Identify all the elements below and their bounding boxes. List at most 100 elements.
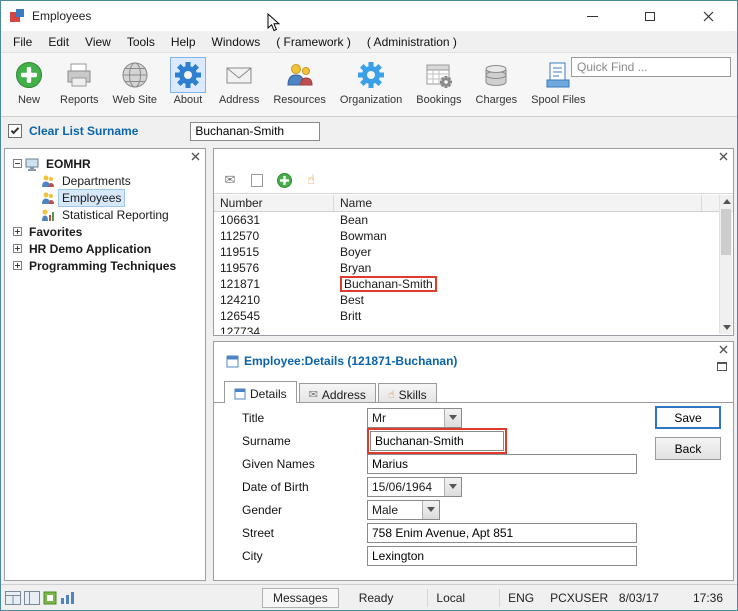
- column-header-number[interactable]: Number: [214, 195, 334, 211]
- about-gear-icon: [171, 58, 205, 92]
- tab-skills[interactable]: ☝ Skills: [378, 383, 437, 403]
- sidebar-item-favorites[interactable]: Favorites: [5, 223, 205, 240]
- new-plus-icon: [12, 58, 46, 92]
- sidebar-item-statistical-reporting[interactable]: Statistical Reporting: [5, 206, 205, 223]
- window-tiles-icon[interactable]: [5, 591, 21, 605]
- mail-icon[interactable]: ✉: [222, 172, 238, 188]
- gender-select[interactable]: Male: [367, 500, 440, 520]
- chart-icon[interactable]: [60, 591, 76, 605]
- tab-address[interactable]: ✉ Address: [299, 383, 376, 403]
- people-icon: [283, 58, 317, 92]
- table-row-selected[interactable]: 121871Buchanan-Smith: [214, 276, 719, 292]
- maximize-icon: [645, 12, 655, 21]
- status-connection: Local: [427, 589, 473, 607]
- back-button[interactable]: Back: [655, 437, 721, 460]
- computer-icon: [25, 157, 39, 171]
- column-header-name[interactable]: Name: [334, 195, 702, 211]
- new-button[interactable]: New: [5, 57, 53, 107]
- menu-item-edit[interactable]: Edit: [40, 32, 77, 52]
- menubar: File Edit View Tools Help Windows ( Fram…: [1, 31, 737, 53]
- title-select[interactable]: Mr: [367, 408, 462, 428]
- table-row[interactable]: 127734: [214, 324, 719, 334]
- resources-button[interactable]: Resources: [266, 57, 333, 107]
- add-icon[interactable]: [276, 172, 292, 188]
- save-button[interactable]: Save: [655, 406, 721, 429]
- address-button[interactable]: Address: [212, 57, 266, 107]
- chevron-down-icon[interactable]: [444, 409, 461, 427]
- field-label-gender: Gender: [242, 503, 367, 517]
- close-icon[interactable]: [719, 152, 728, 161]
- menu-item-framework[interactable]: ( Framework ): [268, 32, 359, 52]
- restore-icon[interactable]: [717, 362, 727, 371]
- app-icon: [9, 8, 25, 24]
- menu-item-file[interactable]: File: [5, 32, 40, 52]
- date-of-birth-select[interactable]: 15/06/1964: [367, 477, 462, 497]
- window-controls: [563, 1, 737, 31]
- details-tabs: Details ✉ Address ☝ Skills: [224, 381, 439, 403]
- menu-item-help[interactable]: Help: [163, 32, 204, 52]
- sidebar-item-programming-techniques[interactable]: Programming Techniques: [5, 257, 205, 274]
- envelope-icon: ✉: [309, 388, 318, 401]
- clear-list-checkbox[interactable]: [8, 124, 22, 138]
- main-toolbar: New Reports Web Site About Address: [1, 53, 737, 117]
- sidebar-item-hr-demo-application[interactable]: HR Demo Application: [5, 240, 205, 257]
- charges-button[interactable]: Charges: [469, 57, 525, 107]
- menu-item-tools[interactable]: Tools: [119, 32, 163, 52]
- minimize-button[interactable]: [563, 1, 621, 31]
- table-row[interactable]: 126545Britt: [214, 308, 719, 324]
- sidebar-item-employees[interactable]: Employees: [5, 189, 205, 206]
- reports-printer-icon: [62, 58, 96, 92]
- field-label-given-names: Given Names: [242, 457, 367, 471]
- close-icon[interactable]: [719, 345, 728, 354]
- street-input[interactable]: [367, 523, 637, 543]
- new-window-icon[interactable]: [249, 172, 265, 188]
- quick-find-input[interactable]: [571, 57, 731, 77]
- status-ready: Ready: [351, 589, 402, 607]
- table-row[interactable]: 106631Bean: [214, 212, 719, 228]
- given-names-input[interactable]: [367, 454, 637, 474]
- expand-icon[interactable]: [13, 261, 22, 270]
- chevron-down-icon[interactable]: [444, 478, 461, 496]
- surname-input[interactable]: [370, 431, 504, 451]
- statusbar: Messages Ready Local ENG PCXUSER 8/03/17…: [1, 584, 737, 610]
- table-row[interactable]: 119515Boyer: [214, 244, 719, 260]
- list-body: 106631Bean 112570Bowman 119515Boyer 1195…: [214, 212, 719, 334]
- about-button[interactable]: About: [164, 57, 212, 107]
- collapse-icon[interactable]: [13, 159, 22, 168]
- menu-item-view[interactable]: View: [77, 32, 119, 52]
- hand-icon[interactable]: ☝: [303, 172, 319, 188]
- app-window: Employees File Edit View Tools Help Wind…: [0, 0, 738, 611]
- sidebar-item-departments[interactable]: Departments: [5, 172, 205, 189]
- close-icon[interactable]: [191, 152, 200, 161]
- vertical-scrollbar[interactable]: [719, 195, 732, 334]
- city-input[interactable]: [367, 546, 637, 566]
- scroll-down-icon[interactable]: [720, 321, 733, 334]
- table-row[interactable]: 112570Bowman: [214, 228, 719, 244]
- menu-item-administration[interactable]: ( Administration ): [359, 32, 465, 52]
- messages-button[interactable]: Messages: [262, 588, 339, 608]
- status-user: PCXUSER: [542, 589, 616, 607]
- chevron-down-icon[interactable]: [422, 501, 439, 519]
- details-panel-title: Employee:Details (121871-Buchanan): [244, 354, 457, 368]
- organization-button[interactable]: Organization: [333, 57, 409, 107]
- status-language: ENG: [499, 589, 542, 607]
- statusbar-icons: [1, 591, 76, 605]
- window-split-icon[interactable]: [24, 591, 40, 605]
- table-row[interactable]: 119576Bryan: [214, 260, 719, 276]
- bookings-button[interactable]: Bookings: [409, 57, 468, 107]
- status-green-icon[interactable]: [43, 591, 57, 605]
- menu-item-windows[interactable]: Windows: [204, 32, 269, 52]
- reports-button[interactable]: Reports: [53, 57, 106, 107]
- maximize-button[interactable]: [621, 1, 679, 31]
- web-site-button[interactable]: Web Site: [106, 57, 164, 107]
- surname-filter-input[interactable]: [190, 122, 320, 141]
- expand-icon[interactable]: [13, 244, 22, 253]
- table-row[interactable]: 124210Best: [214, 292, 719, 308]
- expand-icon[interactable]: [13, 227, 22, 236]
- tab-details[interactable]: Details: [224, 381, 297, 403]
- scrollbar-thumb[interactable]: [721, 209, 731, 255]
- filter-row: Clear List Surname: [1, 117, 737, 145]
- scroll-up-icon[interactable]: [720, 195, 733, 208]
- close-button[interactable]: [679, 1, 737, 31]
- sidebar-item-eomhr[interactable]: EOMHR: [5, 155, 205, 172]
